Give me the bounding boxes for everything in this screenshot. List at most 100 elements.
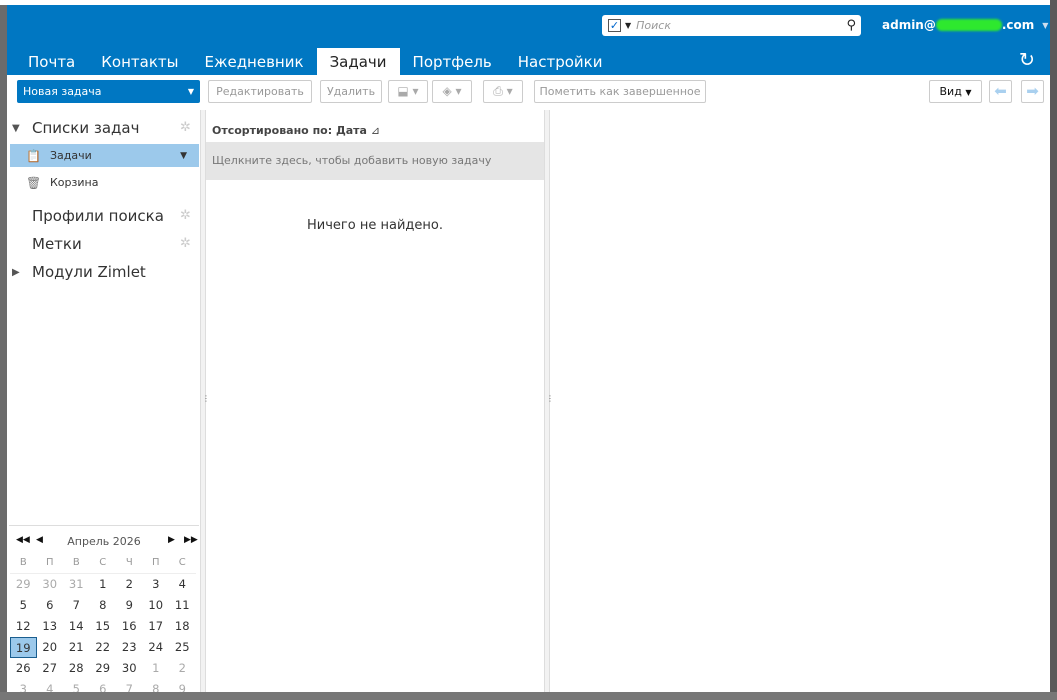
zimlets-header[interactable]: ▶ Модули Zimlet [12, 263, 146, 281]
tab-preferences[interactable]: Настройки [505, 48, 616, 75]
reading-pane [550, 110, 1050, 692]
gear-icon[interactable]: ✲ [180, 120, 191, 135]
next-month-icon[interactable]: ▶ [168, 535, 175, 545]
add-task-row[interactable]: Щелкните здесь, чтобы добавить новую зад… [206, 142, 544, 180]
sort-direction-icon: ⊿ [370, 124, 381, 137]
calendar-day[interactable]: 30 [116, 658, 143, 679]
tab-contacts[interactable]: Контакты [88, 48, 191, 75]
chevron-down-icon[interactable]: ▼ [188, 80, 194, 103]
calendar-day[interactable]: 8 [90, 595, 117, 616]
search-icon[interactable]: ⚲ [846, 18, 856, 33]
calendar-day[interactable]: 6 [90, 679, 117, 692]
new-task-label: Новая задача [23, 85, 102, 98]
calendar-day[interactable]: 29 [10, 574, 37, 595]
calendar-day[interactable]: 27 [37, 658, 64, 679]
tab-mail[interactable]: Почта [15, 48, 88, 75]
trash-icon: 🗑 [26, 175, 42, 190]
calendar-day[interactable]: 9 [116, 595, 143, 616]
sidebar-item-tasks[interactable]: 📋 Задачи ▼ [10, 144, 199, 167]
tab-briefcase[interactable]: Портфель [400, 48, 505, 75]
search-profiles-header[interactable]: Профили поиска [32, 207, 164, 225]
print-button[interactable]: ⎙ ▾ [483, 80, 523, 103]
user-name-prefix: admin@ [882, 18, 936, 32]
gear-icon[interactable]: ✲ [180, 236, 191, 251]
calendar-day[interactable]: 16 [116, 616, 143, 637]
calendar-day[interactable]: 3 [10, 679, 37, 692]
empty-message: Ничего не найдено. [307, 218, 443, 233]
previous-button[interactable]: ⬅ [989, 80, 1012, 103]
calendar-day[interactable]: 26 [10, 658, 37, 679]
move-icon: ⬓ ▾ [397, 84, 419, 98]
triangle-down-icon[interactable]: ▼ [12, 123, 32, 134]
calendar-day[interactable]: 1 [143, 658, 170, 679]
sidebar-item-trash[interactable]: 🗑 Корзина [10, 171, 199, 194]
calendar-day[interactable]: 7 [116, 679, 143, 692]
calendar-day[interactable]: 9 [169, 679, 196, 692]
calendar-day[interactable]: 11 [169, 595, 196, 616]
user-menu[interactable]: admin@ .com ▼ [882, 18, 1048, 32]
calendar-day-today[interactable]: 19 [10, 637, 37, 658]
calendar-day[interactable]: 21 [63, 637, 90, 658]
next-year-icon[interactable]: ▶▶ [184, 535, 198, 545]
calendar-day[interactable]: 24 [143, 637, 170, 658]
user-name-suffix: .com [1001, 18, 1035, 32]
delete-button[interactable]: Удалить [320, 80, 382, 103]
triangle-right-icon[interactable]: ▶ [12, 267, 32, 278]
calendar-day[interactable]: 18 [169, 616, 196, 637]
search-input[interactable]: Поиск [636, 19, 846, 32]
calendar-day[interactable]: 28 [63, 658, 90, 679]
search-box[interactable]: ✓ ▼ Поиск ⚲ [602, 15, 861, 36]
calendar-day[interactable]: 4 [169, 574, 196, 595]
edit-button[interactable]: Редактировать [208, 80, 312, 103]
calendar-day[interactable]: 4 [37, 679, 64, 692]
sidebar-item-label: Корзина [50, 176, 99, 189]
arrow-left-icon: ⬅ [994, 82, 1007, 100]
chevron-down-icon[interactable]: ▼ [180, 151, 187, 161]
toolbar: Новая задача ▼ Редактировать Удалить ⬓ ▾ … [7, 77, 1050, 109]
chevron-down-icon: ▼ [965, 88, 972, 97]
calendar-day[interactable]: 3 [143, 574, 170, 595]
tag-button[interactable]: ◈ ▾ [432, 80, 472, 103]
mark-complete-button[interactable]: Пометить как завершенное [534, 80, 706, 103]
tab-tasks[interactable]: Задачи [316, 48, 400, 75]
weekday-label: П [36, 556, 63, 574]
calendar-day[interactable]: 22 [90, 637, 117, 658]
calendar-day[interactable]: 5 [10, 595, 37, 616]
zimlets-label: Модули Zimlet [32, 263, 146, 281]
sort-header[interactable]: Отсортировано по: Дата ⊿ [212, 124, 380, 137]
mini-calendar: ◀◀ ◀ Апрель 2026 ▶ ▶▶ В П В С Ч П С 29 30 31 1 2 3 4 5… [9, 525, 199, 692]
calendar-day[interactable]: 17 [143, 616, 170, 637]
calendar-day[interactable]: 31 [63, 574, 90, 595]
calendar-day[interactable]: 23 [116, 637, 143, 658]
calendar-day[interactable]: 5 [63, 679, 90, 692]
task-lists-header[interactable]: ▼ Списки задач [12, 119, 139, 137]
calendar-day[interactable]: 2 [169, 658, 196, 679]
sidebar: ▼ Списки задач ✲ 📋 Задачи ▼ 🗑 Корзина Профил… [7, 110, 200, 692]
next-button[interactable]: ➡ [1021, 80, 1044, 103]
calendar-day[interactable]: 12 [10, 616, 37, 637]
calendar-day[interactable]: 20 [37, 637, 64, 658]
calendar-day[interactable]: 10 [143, 595, 170, 616]
tab-calendar[interactable]: Ежедневник [191, 48, 316, 75]
calendar-day[interactable]: 6 [37, 595, 64, 616]
new-task-button[interactable]: Новая задача ▼ [17, 80, 200, 103]
task-lists-label: Списки задач [32, 119, 140, 137]
calendar-day[interactable]: 30 [37, 574, 64, 595]
calendar-day[interactable]: 1 [90, 574, 117, 595]
calendar-day[interactable]: 7 [63, 595, 90, 616]
calendar-day[interactable]: 15 [90, 616, 117, 637]
calendar-day[interactable]: 29 [90, 658, 117, 679]
refresh-icon[interactable]: ↻ [1019, 49, 1035, 71]
calendar-day[interactable]: 8 [143, 679, 170, 692]
calendar-day[interactable]: 25 [169, 637, 196, 658]
move-button[interactable]: ⬓ ▾ [388, 80, 428, 103]
gear-icon[interactable]: ✲ [180, 208, 191, 223]
calendar-day[interactable]: 13 [37, 616, 64, 637]
calendar-day[interactable]: 14 [63, 616, 90, 637]
search-type-dropdown-icon[interactable]: ▼ [625, 21, 631, 30]
tags-header[interactable]: Метки [32, 235, 82, 253]
view-button[interactable]: Вид ▼ [929, 80, 982, 103]
calendar-grid: В П В С Ч П С 29 30 31 1 2 3 4 5 6 7 8 9 10 11 12 13 14 15 16 17 18… [9, 556, 199, 692]
calendar-day[interactable]: 2 [116, 574, 143, 595]
checkbox-icon[interactable]: ✓ [608, 19, 621, 32]
